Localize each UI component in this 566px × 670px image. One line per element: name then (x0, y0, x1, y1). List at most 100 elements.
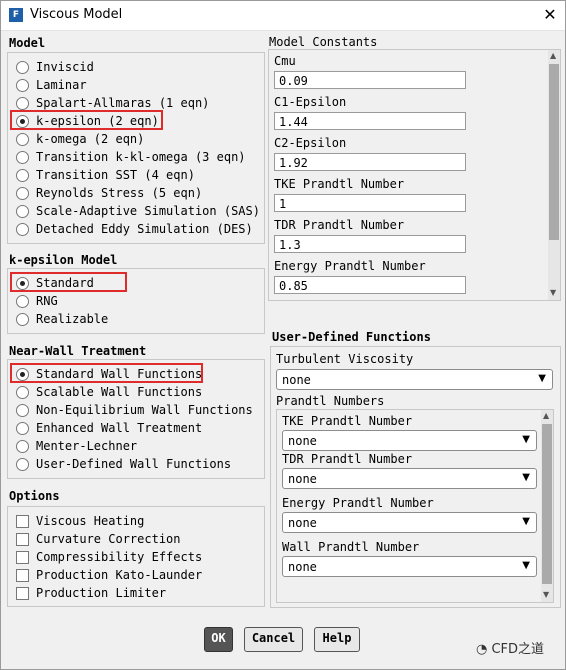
energy-prandtl-input[interactable]: 0.85 (274, 276, 466, 294)
scroll-up-arrow-icon[interactable]: ▲ (550, 51, 556, 60)
udf-tke-prandtl-select[interactable]: none ▼ (282, 430, 537, 451)
udf-tdr-prandtl-label: TDR Prandtl Number (282, 452, 413, 466)
radio-button[interactable] (16, 186, 29, 200)
radio-button[interactable] (16, 132, 29, 146)
highlight-box-k-epsilon (10, 110, 163, 130)
c1-epsilon-input[interactable]: 1.44 (274, 112, 466, 130)
udf-panel: Turbulent Viscosity none ▼ Prandtl Number… (270, 346, 561, 608)
prandtl-numbers-label: Prandtl Numbers (276, 394, 385, 408)
constant-label-energy-prandtl: Energy Prandtl Number (274, 259, 426, 273)
option-production-kato-launder[interactable]: Production Kato-Launder (16, 567, 202, 583)
radio-button[interactable] (16, 403, 29, 417)
tke-prandtl-input[interactable]: 1 (274, 194, 466, 212)
scroll-up-arrow-icon[interactable]: ▲ (543, 411, 549, 420)
udf-energy-prandtl-select[interactable]: none ▼ (282, 512, 537, 533)
radio-button[interactable] (16, 168, 29, 182)
highlight-box-standard (10, 272, 127, 292)
ke-option-realizable[interactable]: Realizable (16, 311, 108, 327)
udf-energy-prandtl-label: Energy Prandtl Number (282, 496, 434, 510)
watermark: ◔ CFD之道 (476, 642, 545, 657)
udf-tke-prandtl-label: TKE Prandtl Number (282, 414, 413, 428)
constant-label-tdr-prandtl: TDR Prandtl Number (274, 218, 405, 232)
options-group: Viscous Heating Curvature Correction Com… (7, 506, 265, 607)
nw-option-non-equilibrium[interactable]: Non-Equilibrium Wall Functions (16, 402, 253, 418)
model-option-reynolds-stress[interactable]: Reynolds Stress (5 eqn) (16, 185, 202, 201)
udf-section-title: User-Defined Functions (272, 330, 431, 344)
radio-button[interactable] (16, 150, 29, 164)
checkbox[interactable] (16, 586, 29, 600)
scrollbar-thumb[interactable] (549, 64, 559, 240)
model-option-k-omega[interactable]: k-omega (2 eqn) (16, 131, 144, 147)
cmu-input[interactable]: 0.09 (274, 71, 466, 89)
option-production-limiter[interactable]: Production Limiter (16, 585, 166, 601)
constant-label-c2-epsilon: C2-Epsilon (274, 136, 347, 150)
radio-button[interactable] (16, 421, 29, 435)
model-constants-title: Model Constants (269, 35, 378, 49)
prandtl-scrollbar[interactable]: ▲ ▼ (541, 410, 553, 602)
model-option-transition-sst[interactable]: Transition SST (4 eqn) (16, 167, 195, 183)
close-icon[interactable]: ✕ (540, 5, 560, 25)
option-viscous-heating[interactable]: Viscous Heating (16, 513, 144, 529)
near-wall-section-title: Near-Wall Treatment (9, 344, 147, 358)
highlight-box-standard-wall-functions (10, 363, 203, 383)
udf-wall-prandtl-label: Wall Prandtl Number (282, 540, 420, 554)
constant-label-tke-prandtl: TKE Prandtl Number (274, 177, 405, 191)
turbulent-viscosity-label: Turbulent Viscosity (276, 352, 414, 366)
ke-option-rng[interactable]: RNG (16, 293, 58, 309)
wechat-icon: ◔ (476, 642, 492, 657)
scroll-down-arrow-icon[interactable]: ▼ (550, 288, 556, 297)
scroll-down-arrow-icon[interactable]: ▼ (543, 590, 549, 599)
model-option-transition-k-kl-omega[interactable]: Transition k-kl-omega (3 eqn) (16, 149, 246, 165)
k-epsilon-model-section-title: k-epsilon Model (9, 253, 118, 267)
constants-scrollbar[interactable]: ▲ ▼ (548, 50, 560, 300)
fluent-app-icon: F (9, 8, 23, 22)
radio-button[interactable] (16, 439, 29, 453)
title-bar: F Viscous Model ✕ (0, 0, 566, 31)
prandtl-numbers-group: TKE Prandtl Number none ▼ TDR Prandtl Num… (276, 409, 554, 603)
nw-option-enhanced-wall-treatment[interactable]: Enhanced Wall Treatment (16, 420, 202, 436)
tdr-prandtl-input[interactable]: 1.3 (274, 235, 466, 253)
c2-epsilon-input[interactable]: 1.92 (274, 153, 466, 171)
radio-button[interactable] (16, 457, 29, 471)
model-group: Inviscid Laminar Spalart-Allmaras (1 eqn… (7, 52, 265, 244)
radio-button[interactable] (16, 96, 29, 110)
udf-wall-prandtl-select[interactable]: none ▼ (282, 556, 537, 577)
radio-button[interactable] (16, 222, 29, 236)
constant-label-cmu: Cmu (274, 54, 296, 68)
checkbox[interactable] (16, 532, 29, 546)
udf-tdr-prandtl-select[interactable]: none ▼ (282, 468, 537, 489)
model-option-laminar[interactable]: Laminar (16, 77, 87, 93)
nw-option-user-defined[interactable]: User-Defined Wall Functions (16, 456, 231, 472)
radio-button[interactable] (16, 385, 29, 399)
checkbox[interactable] (16, 568, 29, 582)
model-section-title: Model (9, 36, 46, 50)
nw-option-scalable-wall-functions[interactable]: Scalable Wall Functions (16, 384, 202, 400)
checkbox[interactable] (16, 550, 29, 564)
help-button[interactable]: Help (314, 627, 360, 652)
window-title: Viscous Model (30, 7, 123, 22)
option-curvature-correction[interactable]: Curvature Correction (16, 531, 181, 547)
model-option-des[interactable]: Detached Eddy Simulation (DES) (16, 221, 253, 237)
radio-button[interactable] (16, 204, 29, 218)
model-option-inviscid[interactable]: Inviscid (16, 59, 94, 75)
chevron-down-icon: ▼ (522, 472, 530, 483)
chevron-down-icon: ▼ (522, 560, 530, 571)
radio-button[interactable] (16, 294, 29, 308)
model-option-sas[interactable]: Scale-Adaptive Simulation (SAS) (16, 203, 260, 219)
radio-button[interactable] (16, 60, 29, 74)
model-constants-panel: Cmu 0.09 C1-Epsilon 1.44 C2-Epsilon 1.92… (268, 49, 561, 301)
model-option-spalart-allmaras[interactable]: Spalart-Allmaras (1 eqn) (16, 95, 209, 111)
scrollbar-thumb[interactable] (542, 424, 552, 584)
options-section-title: Options (9, 489, 60, 503)
nw-option-menter-lechner[interactable]: Menter-Lechner (16, 438, 137, 454)
radio-button[interactable] (16, 312, 29, 326)
chevron-down-icon: ▼ (522, 434, 530, 445)
radio-button[interactable] (16, 78, 29, 92)
chevron-down-icon: ▼ (522, 516, 530, 527)
ok-button[interactable]: OK (204, 627, 233, 652)
checkbox[interactable] (16, 514, 29, 528)
constant-label-c1-epsilon: C1-Epsilon (274, 95, 347, 109)
cancel-button[interactable]: Cancel (244, 627, 303, 652)
turbulent-viscosity-select[interactable]: none ▼ (276, 369, 553, 390)
option-compressibility-effects[interactable]: Compressibility Effects (16, 549, 202, 565)
